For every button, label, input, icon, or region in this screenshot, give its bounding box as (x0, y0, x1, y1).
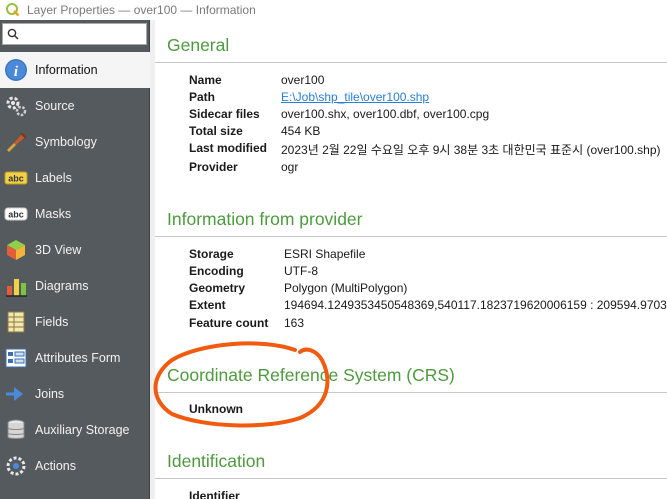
sidebar-item-label: Actions (35, 459, 76, 473)
info-icon: i (4, 58, 28, 82)
sidebar-item-label: Masks (35, 207, 72, 221)
joins-icon (4, 382, 28, 406)
info-row-sidecar-files: Sidecar files over100.shx, over100.dbf, … (189, 107, 490, 121)
database-icon (4, 418, 28, 442)
sidebar-item-masks[interactable]: abc Masks (0, 196, 150, 232)
section-title-identification: Identification (167, 451, 266, 471)
info-row-geometry: Geometry Polygon (MultiPolygon) (189, 281, 408, 295)
info-row-last-modified: Last modified 2023년 2월 22일 수요일 오후 9시 38분… (189, 141, 661, 157)
cube-icon (4, 238, 28, 262)
labels-icon: abc (4, 166, 28, 190)
actions-icon (4, 454, 28, 478)
info-row-path: Path E:\Job\shp_tile\over100.shp (189, 90, 430, 104)
sidebar: i Information Source Symbology abc Label… (0, 20, 150, 499)
sidebar-item-label: Labels (35, 171, 72, 185)
sidebar-item-3d-view[interactable]: 3D View (0, 232, 150, 268)
section-divider (155, 478, 667, 479)
fields-icon (4, 310, 28, 334)
source-icon (4, 94, 28, 118)
sidebar-item-fields[interactable]: Fields (0, 304, 150, 340)
section-title-crs: Coordinate Reference System (CRS) (167, 365, 455, 385)
section-title-provider: Information from provider (167, 209, 363, 229)
info-row-extent: Extent 194694.1249353450548369,540117.18… (189, 298, 667, 312)
sidebar-nav: i Information Source Symbology abc Label… (0, 52, 150, 484)
sidebar-item-label: Auxiliary Storage (35, 423, 130, 437)
sidebar-item-label: 3D View (35, 243, 82, 257)
info-row-feature-count: Feature count 163 (189, 316, 305, 330)
window-titlebar: Layer Properties — over100 — Information (0, 0, 667, 20)
sidebar-item-actions[interactable]: Actions (0, 448, 150, 484)
info-row-crs: Unknown (189, 402, 243, 416)
sidebar-item-label: Symbology (35, 135, 97, 149)
info-row-total-size: Total size 454 KB (189, 124, 321, 138)
section-divider (155, 392, 667, 393)
path-link[interactable]: E:\Job\shp_tile\over100.shp (281, 90, 429, 104)
search-box[interactable] (2, 23, 147, 45)
section-divider (155, 236, 667, 237)
diagrams-icon (4, 274, 28, 298)
sidebar-item-auxiliary-storage[interactable]: Auxiliary Storage (0, 412, 150, 448)
symbology-icon (4, 130, 28, 154)
sidebar-item-symbology[interactable]: Symbology (0, 124, 150, 160)
sidebar-item-diagrams[interactable]: Diagrams (0, 268, 150, 304)
section-title-general: General (167, 35, 230, 55)
sidebar-item-label: Fields (35, 315, 69, 329)
search-input[interactable] (22, 25, 142, 43)
sidebar-item-label: Attributes Form (35, 351, 121, 365)
section-divider (155, 62, 667, 63)
svg-text:abc: abc (8, 174, 24, 184)
sidebar-item-label: Information (35, 63, 98, 77)
sidebar-item-information[interactable]: i Information (0, 52, 150, 88)
attributes-form-icon (4, 346, 28, 370)
sidebar-item-labels[interactable]: abc Labels (0, 160, 150, 196)
search-icon (7, 28, 19, 40)
info-row-name: Name over100 (189, 73, 325, 87)
sidebar-item-label: Diagrams (35, 279, 89, 293)
info-row-identifier: Identifier (189, 489, 240, 499)
masks-icon: abc (4, 202, 28, 226)
information-content: General Name over100 Path E:\Job\shp_til… (155, 20, 667, 499)
info-row-encoding: Encoding UTF-8 (189, 264, 318, 278)
window-title: Layer Properties — over100 — Information (27, 3, 256, 17)
info-row-storage: Storage ESRI Shapefile (189, 247, 366, 261)
sidebar-item-label: Joins (35, 387, 65, 401)
sidebar-item-label: Source (35, 99, 75, 113)
sidebar-item-source[interactable]: Source (0, 88, 150, 124)
qgis-app-icon (6, 3, 20, 17)
sidebar-item-joins[interactable]: Joins (0, 376, 150, 412)
info-row-provider: Provider ogr (189, 160, 299, 174)
sidebar-item-attributes-form[interactable]: Attributes Form (0, 340, 150, 376)
svg-text:abc: abc (8, 210, 24, 220)
